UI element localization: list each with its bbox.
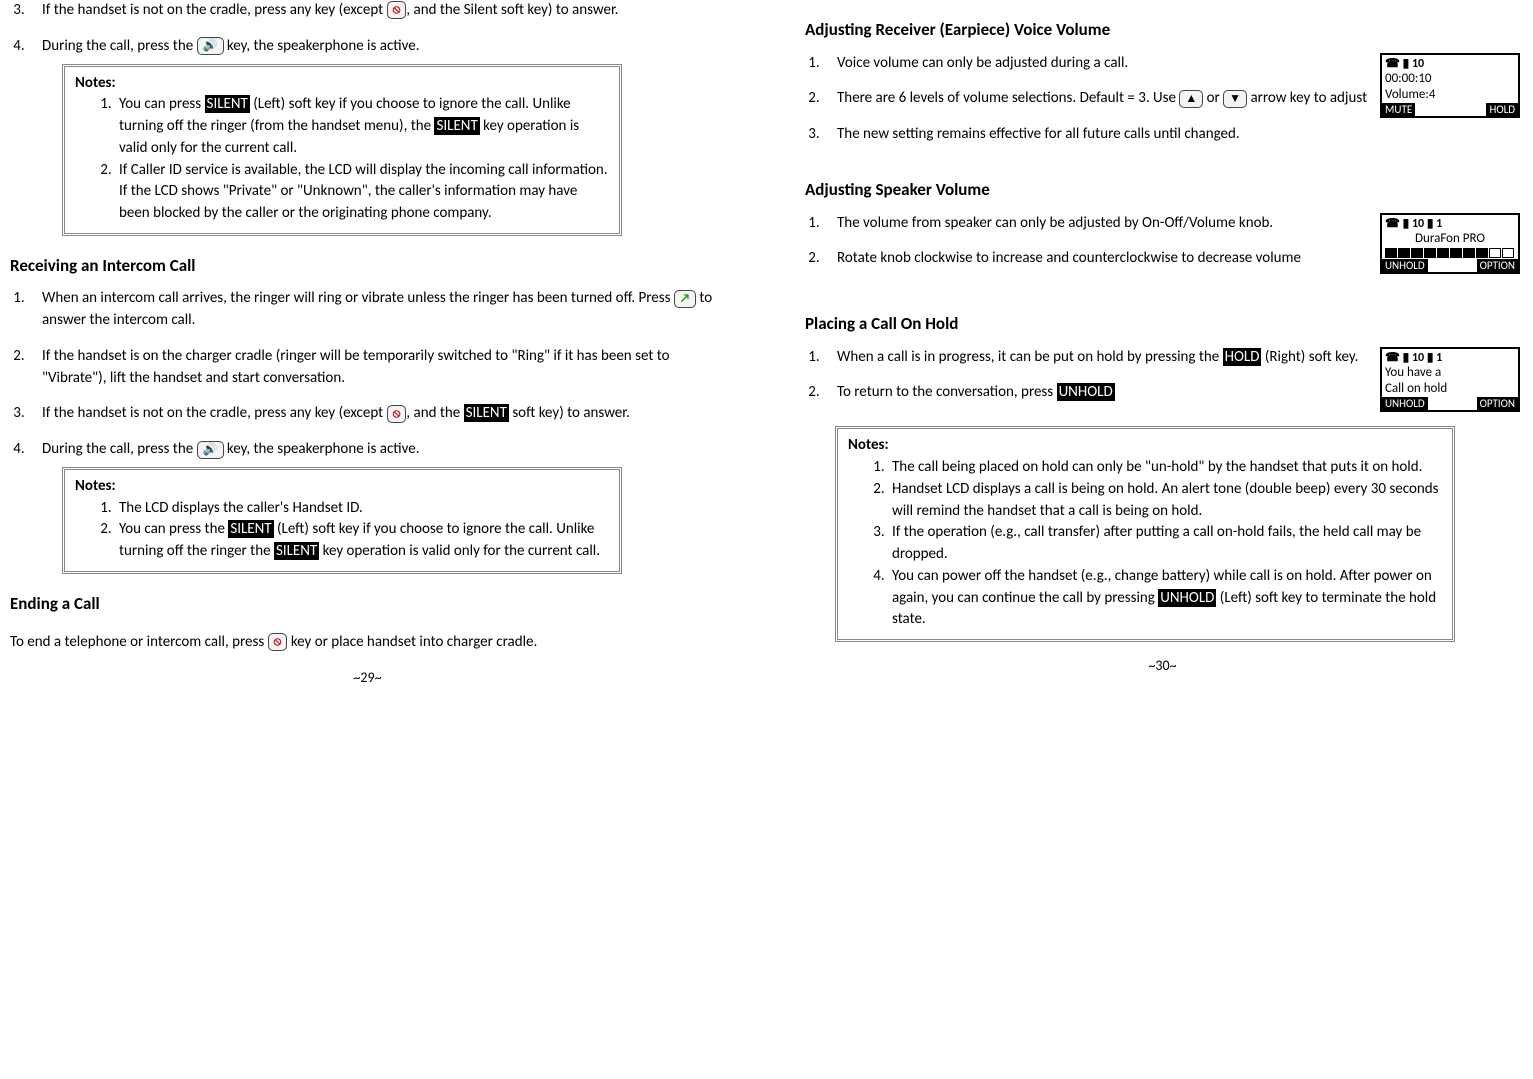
step-3: If the handset is not on the cradle, pre… <box>28 0 725 22</box>
page-number-30: ~30~ <box>805 656 1520 676</box>
softkey-option: OPTION <box>1477 397 1518 410</box>
heading-speaker-volume: Adjusting Speaker Volume <box>805 178 1520 203</box>
hold-key-label: HOLD <box>1223 348 1262 366</box>
heading-intercom: Receiving an Intercom Call <box>10 254 725 279</box>
notes-box-2: Notes: The LCD displays the caller's Han… <box>62 467 622 574</box>
silent-key-label: SILENT <box>464 404 509 422</box>
unhold-key-label: UNHOLD <box>1057 383 1115 401</box>
receiver-volume-steps: Voice volume can only be adjusted during… <box>805 53 1372 160</box>
step: If the handset is on the charger cradle … <box>28 346 725 390</box>
intercom-steps: When an intercom call arrives, the ringe… <box>10 288 725 574</box>
note-item: The LCD displays the caller's Handset ID… <box>115 498 609 520</box>
lcd-msg-line-2: Call on hold <box>1385 381 1515 397</box>
silent-key-label: SILENT <box>434 117 479 135</box>
lcd-timer: 00:00:10 <box>1385 71 1515 87</box>
end-key-icon: ⦸ <box>387 405 407 423</box>
note-item: If Caller ID service is available, the L… <box>115 160 609 225</box>
notes-box-3: Notes: The call being placed on hold can… <box>835 426 1455 642</box>
step: To return to the conversation, press UNH… <box>823 382 1372 404</box>
heading-ending: Ending a Call <box>10 592 725 617</box>
note-item: You can press the SILENT (Left) soft key… <box>115 519 609 563</box>
down-arrow-key-icon: ▼ <box>1223 90 1247 108</box>
step: The new setting remains effective for al… <box>823 124 1372 146</box>
softkey-unhold: UNHOLD <box>1382 397 1428 410</box>
page-number-29: ~29~ <box>10 668 725 688</box>
notes-title: Notes: <box>75 476 609 498</box>
note-item: You can press SILENT (Left) soft key if … <box>115 94 609 159</box>
step: Voice volume can only be adjusted during… <box>823 53 1372 75</box>
heading-receiver-volume: Adjusting Receiver (Earpiece) Voice Volu… <box>805 18 1520 43</box>
notes-list: The LCD displays the caller's Handset ID… <box>75 498 609 563</box>
lcd-hold: ☎ ▮ 10 ▮ 1 You have a Call on hold UNHOL… <box>1380 347 1520 413</box>
lcd-volume-bar <box>1385 248 1515 258</box>
ending-text: To end a telephone or intercom call, pre… <box>10 632 725 654</box>
step: If the handset is not on the cradle, pre… <box>28 403 725 425</box>
step: When an intercom call arrives, the ringe… <box>28 288 725 332</box>
notes-list: The call being placed on hold can only b… <box>848 457 1442 631</box>
softkey-hold: HOLD <box>1486 103 1518 116</box>
lcd-msg-line-1: You have a <box>1385 365 1515 381</box>
hold-steps: When a call is in progress, it can be pu… <box>805 347 1372 419</box>
page-30: Adjusting Receiver (Earpiece) Voice Volu… <box>795 0 1530 689</box>
note-item: Handset LCD displays a call is being on … <box>888 479 1442 523</box>
talk-key-icon: ↗ <box>674 290 696 308</box>
silent-key-label: SILENT <box>205 95 250 113</box>
lcd-softkeys: UNHOLD OPTION <box>1382 259 1518 272</box>
notes-title: Notes: <box>75 73 609 95</box>
silent-key-label: SILENT <box>274 542 319 560</box>
speaker-key-icon: 🔊 <box>197 37 224 55</box>
softkey-option: OPTION <box>1477 259 1518 272</box>
notes-list: You can press SILENT (Left) soft key if … <box>75 94 609 225</box>
notes-box-1: Notes: You can press SILENT (Left) soft … <box>62 64 622 236</box>
step: When a call is in progress, it can be pu… <box>823 347 1372 369</box>
step: There are 6 levels of volume selections.… <box>823 88 1372 110</box>
notes-title: Notes: <box>848 435 1442 457</box>
step: The volume from speaker can only be adju… <box>823 213 1372 235</box>
lcd-status-line: ☎ ▮ 10 <box>1385 57 1515 71</box>
unhold-key-label: UNHOLD <box>1158 589 1216 607</box>
heading-hold: Placing a Call On Hold <box>805 312 1520 337</box>
answer-call-steps-cont: If the handset is not on the cradle, pre… <box>10 0 725 236</box>
end-key-icon: ⦸ <box>387 1 407 19</box>
up-arrow-key-icon: ▲ <box>1179 90 1203 108</box>
lcd-name-line: DuraFon PRO <box>1385 231 1515 247</box>
silent-key-label: SILENT <box>228 520 273 538</box>
lcd-softkeys: MUTE HOLD <box>1382 103 1518 116</box>
note-item: The call being placed on hold can only b… <box>888 457 1442 479</box>
step: Rotate knob clockwise to increase and co… <box>823 248 1372 270</box>
speaker-key-icon: 🔊 <box>197 441 224 459</box>
lcd-status-line: ☎ ▮ 10 ▮ 1 <box>1385 351 1515 365</box>
speaker-volume-steps: The volume from speaker can only be adju… <box>805 213 1372 285</box>
lcd-receiver-volume: ☎ ▮ 10 00:00:10 Volume:4 MUTE HOLD <box>1380 53 1520 119</box>
note-item: You can power off the handset (e.g., cha… <box>888 566 1442 631</box>
step-4: During the call, press the 🔊 key, the sp… <box>28 36 725 236</box>
lcd-speaker: ☎ ▮ 10 ▮ 1 DuraFon PRO UNHOLD OPTION <box>1380 213 1520 274</box>
note-item: If the operation (e.g., call transfer) a… <box>888 522 1442 566</box>
end-key-icon: ⦸ <box>268 633 288 651</box>
softkey-mute: MUTE <box>1382 103 1415 116</box>
step: During the call, press the 🔊 key, the sp… <box>28 439 725 574</box>
softkey-unhold: UNHOLD <box>1382 259 1428 272</box>
lcd-softkeys: UNHOLD OPTION <box>1382 397 1518 410</box>
page-spread: If the handset is not on the cradle, pre… <box>0 0 1533 709</box>
lcd-status-line: ☎ ▮ 10 ▮ 1 <box>1385 217 1515 231</box>
page-29: If the handset is not on the cradle, pre… <box>0 0 735 689</box>
lcd-volume-line: Volume:4 <box>1385 87 1515 103</box>
